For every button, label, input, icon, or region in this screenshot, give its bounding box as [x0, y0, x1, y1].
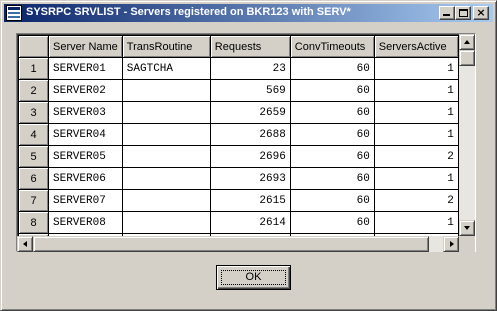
scroll-left-icon	[23, 241, 27, 247]
table-row[interactable]: 3 SERVER03 2659 60 1	[18, 101, 459, 124]
row-number[interactable]: 4	[18, 123, 49, 146]
cell-conv-timeouts[interactable]: 60	[289, 167, 375, 190]
row-number[interactable]: 6	[18, 167, 49, 190]
table-row[interactable]: 5 SERVER05 2696 60 2	[18, 145, 459, 168]
server-table: Server Name TransRoutine Requests ConvTi…	[18, 35, 459, 251]
cell-server-name[interactable]: SERVER01	[48, 57, 123, 80]
row-number[interactable]: 3	[18, 101, 49, 124]
scroll-left-button[interactable]	[17, 236, 33, 252]
cell-server-name[interactable]: SERVER06	[48, 167, 123, 190]
dialog-window: SYSRPC SRVLIST - Servers registered on B…	[0, 0, 497, 311]
close-button[interactable]: ×	[473, 6, 489, 20]
server-grid[interactable]: Server Name TransRoutine Requests ConvTi…	[16, 33, 476, 252]
table-row[interactable]: 1 SERVER01 SAGTCHA 23 60 1	[18, 57, 459, 80]
horizontal-scrollbar[interactable]	[17, 236, 459, 252]
vertical-scrollbar[interactable]	[459, 34, 475, 237]
cell-trans-routine[interactable]: SAGTCHA	[121, 57, 211, 80]
window-title: SYSRPC SRVLIST - Servers registered on B…	[26, 6, 351, 18]
scroll-right-icon	[450, 241, 454, 247]
cell-trans-routine[interactable]	[121, 189, 211, 212]
table-row[interactable]: 4 SERVER04 2688 60 1	[18, 123, 459, 146]
scroll-down-icon	[464, 226, 470, 230]
column-header-trans-routine[interactable]: TransRoutine	[121, 35, 211, 58]
header-row: Server Name TransRoutine Requests ConvTi…	[18, 35, 459, 58]
cell-trans-routine[interactable]	[121, 211, 211, 234]
cell-server-name[interactable]: SERVER04	[48, 123, 123, 146]
minimize-button[interactable]	[439, 6, 455, 20]
focus-rect	[221, 270, 286, 285]
scroll-up-button[interactable]	[459, 34, 475, 50]
column-header-conv-timeouts[interactable]: ConvTimeouts	[289, 35, 375, 58]
maximize-button[interactable]	[455, 6, 471, 20]
scroll-right-button[interactable]	[443, 236, 459, 252]
cell-conv-timeouts[interactable]: 60	[289, 123, 375, 146]
row-number[interactable]: 8	[18, 211, 49, 234]
scroll-down-button[interactable]	[459, 220, 475, 236]
table-row[interactable]: 8 SERVER08 2614 60 1	[18, 211, 459, 234]
cell-conv-timeouts[interactable]: 60	[289, 57, 375, 80]
cell-requests[interactable]: 569	[209, 79, 291, 102]
cell-servers-active[interactable]: 1	[373, 167, 459, 190]
corner-cell[interactable]	[18, 35, 49, 58]
cell-conv-timeouts[interactable]: 60	[289, 189, 375, 212]
column-header-server-name[interactable]: Server Name	[48, 35, 123, 58]
cell-trans-routine[interactable]	[121, 101, 211, 124]
cell-conv-timeouts[interactable]: 60	[289, 101, 375, 124]
column-header-requests[interactable]: Requests	[209, 35, 291, 58]
cell-requests[interactable]: 2614	[209, 211, 291, 234]
cell-conv-timeouts[interactable]: 60	[289, 211, 375, 234]
scrollbar-corner	[459, 236, 475, 252]
row-number[interactable]: 7	[18, 189, 49, 212]
cell-trans-routine[interactable]	[121, 123, 211, 146]
vertical-scroll-thumb[interactable]	[459, 50, 475, 66]
column-header-servers-active[interactable]: ServersActive	[373, 35, 459, 58]
cell-trans-routine[interactable]	[121, 79, 211, 102]
cell-server-name[interactable]: SERVER07	[48, 189, 123, 212]
cell-trans-routine[interactable]	[121, 145, 211, 168]
cell-requests[interactable]: 2693	[209, 167, 291, 190]
table-row[interactable]: 2 SERVER02 569 60 1	[18, 79, 459, 102]
close-icon: ×	[476, 6, 486, 19]
row-number[interactable]: 5	[18, 145, 49, 168]
table-row[interactable]: 7 SERVER07 2615 60 2	[18, 189, 459, 212]
row-number[interactable]: 2	[18, 79, 49, 102]
scroll-up-icon	[464, 40, 470, 44]
cell-servers-active[interactable]: 2	[373, 145, 459, 168]
app-icon[interactable]	[6, 5, 22, 21]
cell-requests[interactable]: 2615	[209, 189, 291, 212]
cell-requests[interactable]: 23	[209, 57, 291, 80]
cell-servers-active[interactable]: 1	[373, 79, 459, 102]
cell-conv-timeouts[interactable]: 60	[289, 79, 375, 102]
table-row[interactable]: 6 SERVER06 2693 60 1	[18, 167, 459, 190]
cell-servers-active[interactable]: 2	[373, 189, 459, 212]
cell-requests[interactable]: 2696	[209, 145, 291, 168]
cell-servers-active[interactable]: 1	[373, 57, 459, 80]
cell-servers-active[interactable]: 1	[373, 211, 459, 234]
cell-server-name[interactable]: SERVER03	[48, 101, 123, 124]
cell-server-name[interactable]: SERVER08	[48, 211, 123, 234]
cell-conv-timeouts[interactable]: 60	[289, 145, 375, 168]
cell-server-name[interactable]: SERVER05	[48, 145, 123, 168]
cell-requests[interactable]: 2659	[209, 101, 291, 124]
cell-trans-routine[interactable]	[121, 167, 211, 190]
row-number[interactable]: 1	[18, 57, 49, 80]
maximize-icon	[459, 9, 468, 17]
minimize-icon	[443, 14, 450, 16]
cell-servers-active[interactable]: 1	[373, 101, 459, 124]
cell-server-name[interactable]: SERVER02	[48, 79, 123, 102]
title-bar[interactable]: SYSRPC SRVLIST - Servers registered on B…	[4, 4, 493, 22]
cell-requests[interactable]: 2688	[209, 123, 291, 146]
horizontal-scroll-thumb[interactable]	[33, 236, 429, 252]
ok-button[interactable]: OK	[216, 265, 291, 290]
cell-servers-active[interactable]: 1	[373, 123, 459, 146]
